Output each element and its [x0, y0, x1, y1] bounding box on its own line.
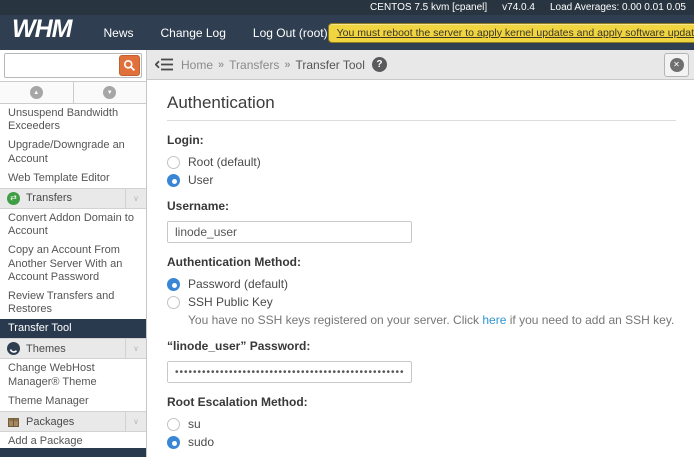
- authentication-heading: Authentication: [167, 93, 676, 121]
- section-label: Transfers: [26, 192, 125, 204]
- radio-label: SSH Public Key: [188, 295, 273, 309]
- version-label: v74.0.4: [502, 2, 535, 13]
- chevron-down-icon[interactable]: ∨: [125, 412, 146, 431]
- password-label: “linode_user” Password:: [167, 339, 676, 353]
- transfers-icon: ⇄: [7, 192, 20, 205]
- username-field[interactable]: [167, 221, 412, 243]
- sidebar-item-review-transfers-restores[interactable]: Review Transfers and Restores: [0, 287, 146, 319]
- radio-icon: [167, 174, 180, 187]
- radio-label: Password (default): [188, 277, 288, 291]
- help-icon[interactable]: ?: [372, 57, 387, 72]
- breadcrumb-separator: »: [284, 59, 290, 71]
- load-averages: Load Averages: 0.00 0.01 0.05: [550, 2, 686, 13]
- ssh-key-note: You have no SSH keys registered on your …: [188, 313, 676, 327]
- radio-label: su: [188, 417, 201, 431]
- radio-icon: [167, 296, 180, 309]
- scroll-up-icon: ▲: [30, 86, 43, 99]
- transfer-tool-content: Authentication Login: Root (default) Use…: [147, 80, 694, 457]
- section-label: Packages: [26, 416, 125, 428]
- radio-escalation-sudo[interactable]: sudo: [167, 435, 676, 449]
- sidebar-item-add-a-package[interactable]: Add a Package: [0, 432, 146, 448]
- username-label: Username:: [167, 199, 676, 213]
- radio-login-root[interactable]: Root (default): [167, 155, 676, 169]
- breadcrumb: Home » Transfers » Transfer Tool ?: [181, 57, 387, 72]
- header-main: WHM News Change Log Log Out (root) You m…: [0, 15, 694, 50]
- section-label: Themes: [26, 343, 125, 355]
- system-info: CENTOS 7.5 kvm [cpanel]: [370, 2, 487, 13]
- packages-icon: [7, 415, 20, 428]
- reboot-alert-banner[interactable]: You must reboot the server to apply kern…: [328, 23, 694, 43]
- nav-news[interactable]: News: [103, 26, 133, 40]
- password-field[interactable]: [167, 361, 412, 383]
- scroll-down-button[interactable]: ▼: [74, 82, 147, 103]
- radio-escalation-su[interactable]: su: [167, 417, 676, 431]
- search-button[interactable]: [119, 55, 140, 76]
- main-panel: Home » Transfers » Transfer Tool ? ✕ Aut…: [147, 50, 694, 457]
- sidebar-item-web-template-editor[interactable]: Web Template Editor: [0, 169, 146, 188]
- whm-app: CENTOS 7.5 kvm [cpanel] v74.0.4 Load Ave…: [0, 0, 694, 457]
- sidebar-item-unsuspend-bandwidth-exceeders[interactable]: Unsuspend Bandwidth Exceeders: [0, 104, 146, 136]
- header: CENTOS 7.5 kvm [cpanel] v74.0.4 Load Ave…: [0, 0, 694, 50]
- sidebar-item-theme-manager[interactable]: Theme Manager: [0, 392, 146, 411]
- sidebar-item-change-whm-theme[interactable]: Change WebHost Manager® Theme: [0, 359, 146, 391]
- collapse-sidebar-icon: [155, 58, 173, 71]
- radio-icon: [167, 278, 180, 291]
- sidebar: ▲ ▼ Unsuspend Bandwidth Exceeders Upgrad…: [0, 50, 147, 457]
- collapse-sidebar-button[interactable]: [155, 58, 173, 71]
- scroll-down-icon: ▼: [103, 86, 116, 99]
- login-label: Login:: [167, 133, 676, 147]
- page-body: ▲ ▼ Unsuspend Bandwidth Exceeders Upgrad…: [0, 50, 694, 457]
- header-nav: News Change Log Log Out (root): [103, 26, 327, 40]
- breadcrumb-transfers[interactable]: Transfers: [229, 58, 279, 72]
- radio-icon: [167, 436, 180, 449]
- breadcrumb-transfer-tool: Transfer Tool: [296, 58, 365, 72]
- ssh-note-text: if you need to add an SSH key.: [506, 313, 674, 327]
- breadcrumb-bar: Home » Transfers » Transfer Tool ? ✕: [147, 50, 694, 80]
- search-icon: [123, 59, 136, 72]
- chevron-down-icon[interactable]: ∨: [125, 189, 146, 208]
- sidebar-scroll-controls: ▲ ▼: [0, 82, 146, 104]
- radio-icon: [167, 156, 180, 169]
- ssh-note-here-link[interactable]: here: [482, 313, 506, 327]
- nav-change-log[interactable]: Change Log: [161, 26, 226, 40]
- radio-label: User: [188, 173, 213, 187]
- sidebar-section-themes[interactable]: Themes ∨: [0, 338, 146, 359]
- nav-log-out[interactable]: Log Out (root): [253, 26, 328, 40]
- themes-icon: [7, 342, 20, 355]
- sidebar-item-upgrade-downgrade-account[interactable]: Upgrade/Downgrade an Account: [0, 136, 146, 168]
- close-icon: ✕: [670, 58, 684, 72]
- sidebar-search-row: [0, 50, 146, 82]
- sidebar-item-transfer-tool[interactable]: Transfer Tool: [0, 319, 146, 338]
- breadcrumb-home[interactable]: Home: [181, 58, 213, 72]
- sidebar-section-packages[interactable]: Packages ∨: [0, 411, 146, 432]
- radio-auth-password[interactable]: Password (default): [167, 277, 676, 291]
- chevron-down-icon[interactable]: ∨: [125, 339, 146, 358]
- close-button[interactable]: ✕: [664, 53, 689, 77]
- sidebar-bottom-bar: [0, 448, 146, 457]
- radio-auth-ssh-key[interactable]: SSH Public Key: [167, 295, 676, 309]
- radio-label: sudo: [188, 435, 214, 449]
- root-escalation-label: Root Escalation Method:: [167, 395, 676, 409]
- auth-method-label: Authentication Method:: [167, 255, 676, 269]
- breadcrumb-separator: »: [218, 59, 224, 71]
- server-status-strip: CENTOS 7.5 kvm [cpanel] v74.0.4 Load Ave…: [0, 0, 694, 15]
- sidebar-menu: Unsuspend Bandwidth Exceeders Upgrade/Do…: [0, 104, 146, 448]
- sidebar-item-convert-addon-domain[interactable]: Convert Addon Domain to Account: [0, 209, 146, 241]
- ssh-note-text: You have no SSH keys registered on your …: [188, 313, 482, 327]
- sidebar-section-transfers[interactable]: ⇄ Transfers ∨: [0, 188, 146, 209]
- scroll-up-button[interactable]: ▲: [0, 82, 74, 103]
- sidebar-item-copy-account-password[interactable]: Copy an Account From Another Server With…: [0, 241, 146, 287]
- whm-logo[interactable]: WHM: [12, 15, 71, 44]
- radio-login-user[interactable]: User: [167, 173, 676, 187]
- radio-icon: [167, 418, 180, 431]
- radio-label: Root (default): [188, 155, 261, 169]
